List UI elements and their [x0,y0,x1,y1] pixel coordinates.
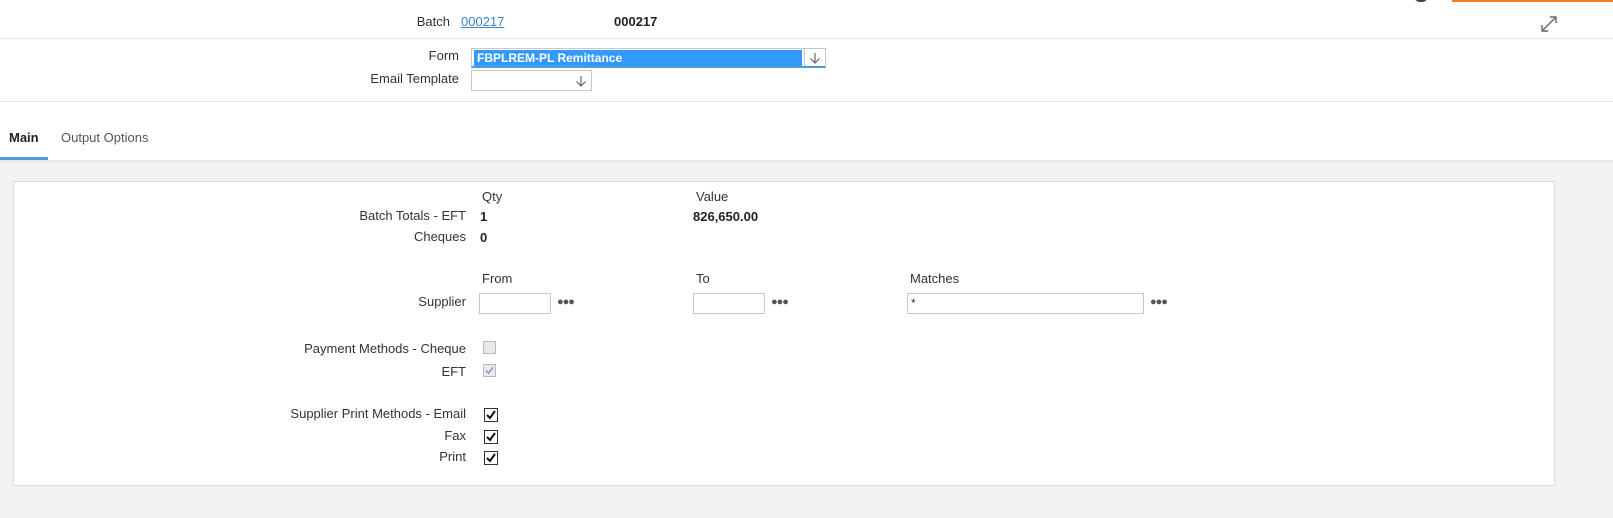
arrow-down-icon[interactable] [571,71,591,90]
tab-main[interactable]: Main [9,124,39,160]
payment-methods-eft-label: EFT [441,364,466,379]
email-template-value [474,72,480,88]
cheques-qty: 0 [480,230,488,245]
toolbar-orange-bar[interactable] [1452,0,1613,2]
supplier-from-input[interactable] [479,293,551,314]
main-panel [13,181,1555,486]
eft-value: 826,650.00 [693,209,759,224]
batch-totals-eft-label: Batch Totals - EFT [359,208,466,223]
form-label: Form [428,48,459,63]
ellipsis-icon[interactable]: ●●● [1150,296,1168,308]
form-select-value: FBPLREM-PL Remittance [474,50,802,66]
ellipsis-icon[interactable]: ●●● [771,296,789,308]
supplier-label: Supplier [418,294,466,309]
batch-link[interactable]: 000217 [461,14,504,29]
email-template-label: Email Template [370,71,459,86]
tab-output-options[interactable]: Output Options [61,124,148,160]
print-methods-fax-label: Fax [444,428,466,443]
print-methods-email-label: Supplier Print Methods - Email [290,406,466,421]
email-checkbox[interactable] [484,408,498,422]
payment-methods-cheque-label: Payment Methods - Cheque [304,341,466,356]
form-select[interactable]: FBPLREM-PL Remittance [471,48,826,68]
from-header: From [482,271,513,286]
cheques-label: Cheques [413,229,466,244]
email-template-select[interactable] [471,70,592,91]
value-header: Value [696,189,729,204]
batch-label: Batch [416,14,450,29]
header-divider [0,38,1613,39]
print-checkbox[interactable] [484,451,498,465]
qty-header: Qty [482,189,503,204]
batch-value: 000217 [614,14,658,29]
supplier-matches-input[interactable]: * [907,293,1144,314]
matches-header: Matches [910,271,960,286]
eft-checkbox[interactable] [483,364,496,377]
arrow-down-icon[interactable] [804,49,825,66]
print-methods-print-label: Print [439,449,466,464]
fax-checkbox[interactable] [484,430,498,444]
eft-qty: 1 [480,209,488,224]
form-divider [0,101,1613,102]
avatar-edge [1414,0,1428,2]
cheque-checkbox[interactable] [483,341,496,354]
supplier-to-input[interactable] [693,293,765,314]
ellipsis-icon[interactable]: ●●● [557,296,575,308]
expand-icon[interactable] [1540,13,1560,33]
to-header: To [696,271,710,286]
